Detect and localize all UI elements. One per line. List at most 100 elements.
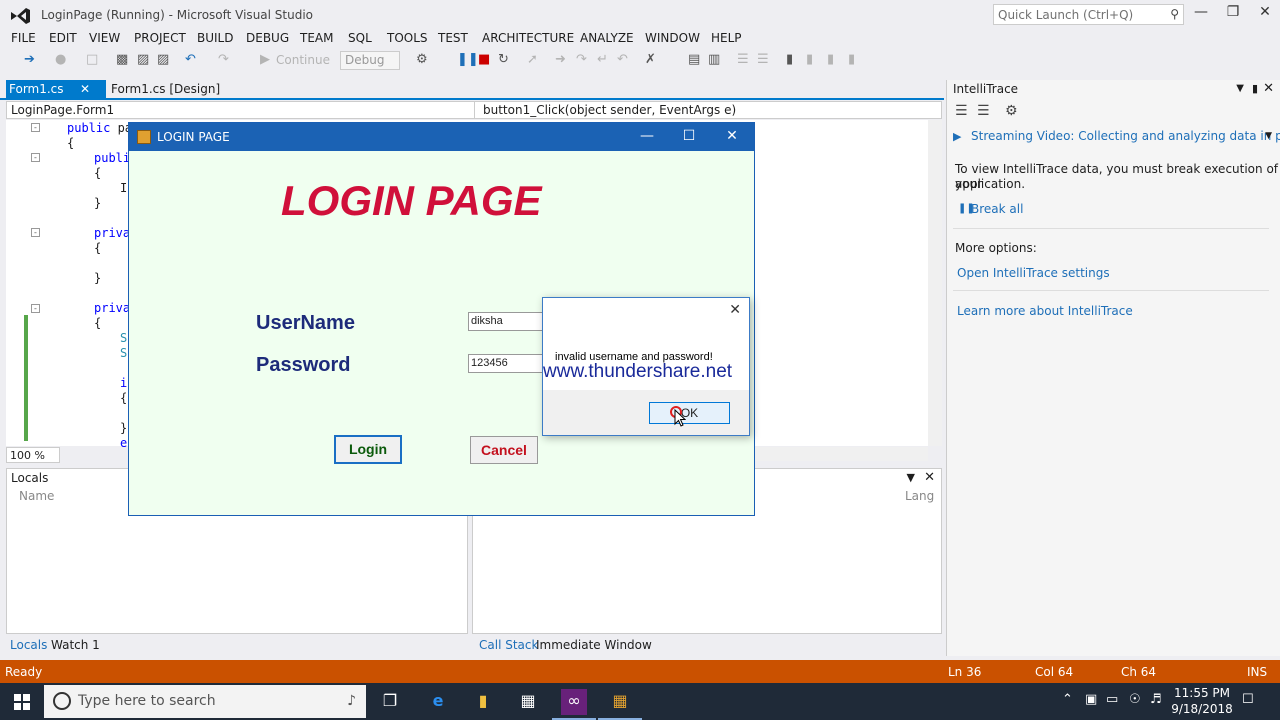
new-project-icon[interactable]: □	[86, 52, 98, 67]
indent-icon[interactable]: ▥	[708, 52, 720, 67]
collapse-icon[interactable]: -	[31, 123, 40, 132]
learn-more-link[interactable]: Learn more about IntelliTrace	[957, 304, 1133, 319]
forward-icon[interactable]: ●	[55, 52, 66, 67]
task-view-icon[interactable]: ❐	[377, 689, 403, 715]
bookmark-prev-icon[interactable]: ▮	[806, 52, 813, 67]
pin-icon[interactable]: ▼	[907, 471, 915, 484]
collapse-icon[interactable]: -	[31, 304, 40, 313]
dropdown-icon[interactable]: ▼	[1236, 83, 1244, 94]
minimize-icon[interactable]: —	[633, 128, 661, 144]
show-next-icon[interactable]: ➚	[527, 52, 538, 67]
pin-icon[interactable]: ▮	[1252, 82, 1258, 95]
login-form-titlebar[interactable]: LOGIN PAGE — ☐ ✕	[129, 123, 754, 151]
menu-file[interactable]: FILE	[11, 31, 36, 45]
login-button[interactable]: Login	[334, 435, 402, 464]
tab-immediate-window[interactable]: Immediate Window	[536, 638, 652, 652]
open-settings-link[interactable]: Open IntelliTrace settings	[957, 266, 1110, 281]
menu-test[interactable]: TEST	[438, 31, 468, 45]
menu-debug[interactable]: DEBUG	[246, 31, 289, 45]
redo-icon[interactable]: ↷	[218, 52, 229, 67]
lang-column-header[interactable]: Lang	[905, 489, 934, 503]
format-icon[interactable]: ▤	[688, 52, 700, 67]
tab-form1-design[interactable]: Form1.cs [Design]	[108, 80, 223, 98]
tab-locals[interactable]: Locals	[10, 638, 47, 652]
bookmark-icon[interactable]: ▮	[786, 52, 793, 67]
close-icon[interactable]: ✕	[1263, 81, 1274, 96]
menu-project[interactable]: PROJECT	[134, 31, 186, 45]
battery-icon[interactable]: ▭	[1106, 692, 1118, 707]
step-back-icon[interactable]: ↶	[617, 52, 628, 67]
collapse-icon[interactable]: -	[31, 153, 40, 162]
collapse-icon[interactable]: -	[31, 228, 40, 237]
step-over-icon[interactable]: ↷	[576, 52, 587, 67]
menu-analyze[interactable]: ANALYZE	[580, 31, 634, 45]
zoom-dropdown[interactable]: 100 %	[6, 447, 60, 463]
step-into-icon[interactable]: ➜	[555, 52, 566, 67]
close-icon[interactable]: ✕	[924, 470, 935, 485]
chevron-down-icon[interactable]: ▼	[1265, 131, 1272, 141]
menu-build[interactable]: BUILD	[197, 31, 233, 45]
comment-icon[interactable]: ☰	[737, 52, 749, 67]
bookmark-clear-icon[interactable]: ▮	[848, 52, 855, 67]
edge-browser-icon[interactable]: e	[425, 689, 451, 715]
restart-icon[interactable]: ↻	[498, 52, 509, 67]
close-icon[interactable]: ✕	[729, 302, 741, 318]
editor-vertical-scrollbar[interactable]	[928, 120, 942, 446]
menu-view[interactable]: VIEW	[89, 31, 120, 45]
uncomment-icon[interactable]: ☰	[757, 52, 769, 67]
close-icon[interactable]: ✕	[718, 128, 746, 144]
taskbar-search-input[interactable]: Type here to search ♪	[44, 685, 366, 718]
ok-button[interactable]: OK	[649, 402, 730, 424]
maximize-icon[interactable]: ☐	[675, 128, 703, 144]
maximize-icon[interactable]: ❐	[1218, 4, 1248, 24]
file-explorer-icon[interactable]: ▮	[470, 689, 496, 715]
visual-studio-taskbar-icon[interactable]: ∞	[561, 689, 587, 715]
pause-icon[interactable]: ❚❚	[457, 52, 479, 67]
save-icon[interactable]: ▨	[137, 52, 149, 67]
settings-gear-icon[interactable]: ⚙	[1005, 103, 1018, 119]
tab-form1-cs[interactable]: Form1.cs ✕	[6, 80, 106, 98]
quick-launch-input[interactable]: Quick Launch (Ctrl+Q) ⚲	[993, 4, 1184, 25]
step-out-icon[interactable]: ↵	[597, 52, 608, 67]
open-icon[interactable]: ▩	[116, 52, 128, 67]
streaming-video-link[interactable]: Streaming Video: Collecting and analyzin…	[971, 129, 1280, 144]
close-icon[interactable]: ✕	[1250, 4, 1280, 24]
save-all-icon[interactable]: ▨	[157, 52, 169, 67]
tray-app-icon[interactable]: ▣	[1085, 692, 1097, 707]
microphone-icon[interactable]: ♪	[347, 693, 356, 709]
menu-edit[interactable]: EDIT	[49, 31, 77, 45]
taskbar-clock[interactable]: 11:55 PM 9/18/2018	[1168, 685, 1236, 717]
continue-button[interactable]: Continue	[276, 53, 330, 67]
calls-icon[interactable]: ☰	[977, 103, 990, 119]
cancel-button[interactable]: Cancel	[470, 436, 538, 464]
tab-call-stack[interactable]: Call Stack	[479, 638, 538, 652]
break-all-link[interactable]: Break all	[971, 202, 1023, 217]
undo-icon[interactable]: ↶	[185, 52, 196, 67]
menu-team[interactable]: TEAM	[300, 31, 333, 45]
list-icon[interactable]: ☰	[955, 103, 968, 119]
process-icon[interactable]: ⚙	[416, 52, 428, 67]
tray-chevron-icon[interactable]: ⌃	[1062, 692, 1073, 707]
login-app-taskbar-icon[interactable]: ▦	[607, 689, 633, 715]
windows-start-icon[interactable]	[14, 694, 30, 710]
config-dropdown[interactable]: Debug	[340, 51, 400, 70]
menu-tools[interactable]: TOOLS	[387, 31, 428, 45]
bookmark-next-icon[interactable]: ▮	[827, 52, 834, 67]
menu-sql[interactable]: SQL	[348, 31, 372, 45]
menu-help[interactable]: HELP	[711, 31, 742, 45]
exception-icon[interactable]: ✗	[645, 52, 656, 67]
member-dropdown[interactable]: button1_Click(object sender, EventArgs e…	[479, 102, 939, 118]
pin-icon[interactable]: ✕	[80, 82, 90, 96]
volume-icon[interactable]: ♬	[1150, 692, 1162, 707]
name-column-header[interactable]: Name	[19, 489, 54, 503]
back-icon[interactable]: ➔	[24, 52, 35, 67]
minimize-icon[interactable]: —	[1186, 4, 1216, 24]
tab-watch-1[interactable]: Watch 1	[51, 638, 100, 652]
menu-architecture[interactable]: ARCHITECTURE	[482, 31, 574, 45]
menu-window[interactable]: WINDOW	[645, 31, 700, 45]
continue-icon[interactable]: ▶	[260, 52, 270, 67]
store-icon[interactable]: ▦	[515, 689, 541, 715]
stop-icon[interactable]: ■	[478, 52, 490, 67]
network-icon[interactable]: ☉	[1129, 692, 1141, 707]
type-dropdown[interactable]: LoginPage.Form1	[7, 102, 475, 118]
